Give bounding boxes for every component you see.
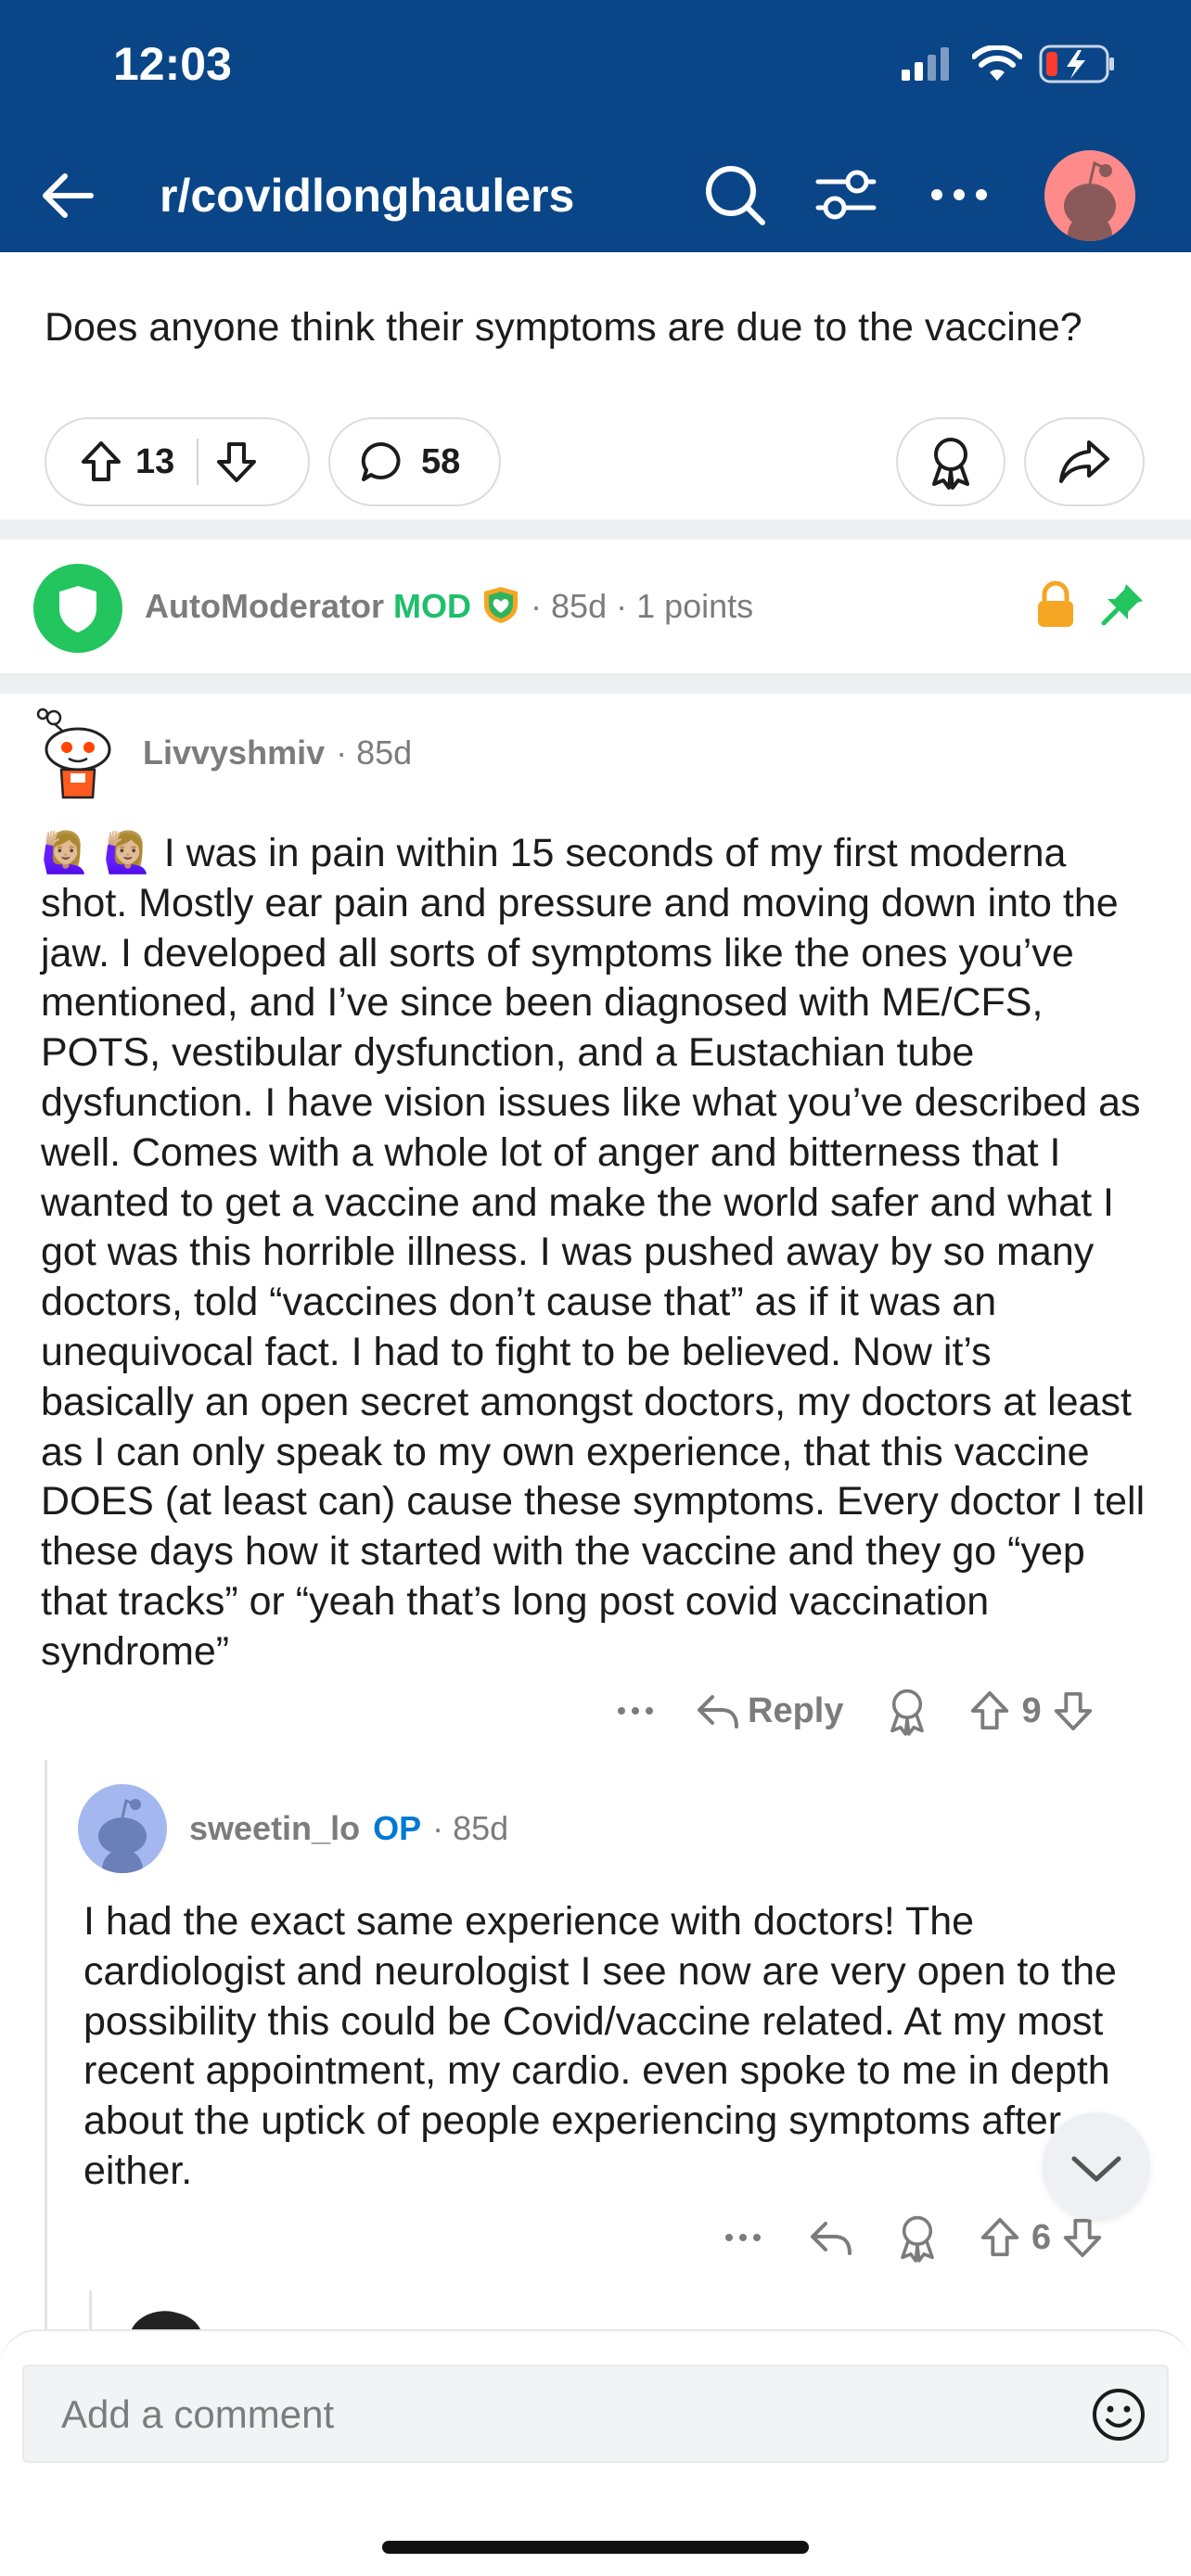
app-header: 12:03 r/covidlonghaulers <box>0 0 1191 252</box>
automod-meta: · 85d · 1 points <box>531 587 754 625</box>
thread-line <box>45 1760 47 2335</box>
mod-tag: MOD <box>393 587 471 625</box>
more-options-icon[interactable] <box>720 2219 766 2256</box>
reply-icon[interactable] <box>807 2216 853 2259</box>
section-divider <box>0 519 1191 540</box>
add-comment-input[interactable]: Add a comment <box>22 2365 1169 2463</box>
snoo-avatar-icon <box>1064 160 1116 241</box>
post-share-button[interactable] <box>1024 417 1145 506</box>
comment-body: 🙋🏼‍♀️ 🙋🏼‍♀️ I was in pain within 15 seco… <box>41 829 1154 1677</box>
comment-author[interactable]: Livvyshmiv <box>143 733 325 772</box>
comment-actions: Reply 9 <box>612 1686 1095 1736</box>
mod-shield-badge-icon <box>484 587 519 623</box>
more-options-icon[interactable] <box>926 161 992 228</box>
upvote-icon[interactable] <box>78 439 124 485</box>
upvote-icon[interactable] <box>967 1689 1012 1733</box>
shield-icon <box>59 586 96 632</box>
scroll-next-comment-button[interactable] <box>1043 2112 1150 2220</box>
emoji-icon[interactable] <box>1091 2387 1146 2442</box>
status-icons <box>900 45 1117 83</box>
comment-header: Livvyshmiv · 85d <box>33 705 412 801</box>
reply-icon[interactable] <box>694 1690 740 1732</box>
user-avatar <box>78 1784 167 1873</box>
filter-icon[interactable] <box>813 161 879 228</box>
comment-meta: · 85d <box>336 733 413 772</box>
snoo-avatar-icon <box>36 708 111 799</box>
downvote-icon[interactable] <box>1051 1689 1095 1733</box>
post-comment-count: 58 <box>421 441 461 481</box>
vote-divider <box>197 439 199 485</box>
award-icon[interactable] <box>894 2213 941 2263</box>
comment-body: I had the exact same experience with doc… <box>83 1899 1117 2193</box>
back-arrow-icon[interactable] <box>35 163 100 228</box>
home-indicator <box>382 2541 809 2554</box>
comment-text: I was in pain within 15 seconds of my fi… <box>41 831 1146 1674</box>
award-icon[interactable] <box>884 1686 930 1736</box>
comment-meta: · 85d <box>432 1809 509 1847</box>
comment-header: sweetin_lo OP · 85d <box>78 1784 508 1873</box>
comment-score: 9 <box>1021 1690 1042 1730</box>
comment-author[interactable]: sweetin_lo <box>189 1809 360 1848</box>
add-comment-placeholder: Add a comment <box>61 2392 335 2436</box>
upvote-icon[interactable] <box>978 2215 1022 2260</box>
status-time: 12:03 <box>113 38 232 90</box>
post-body-text: Does anyone think their symptoms are due… <box>45 305 1082 350</box>
share-arrow-icon <box>1059 440 1109 483</box>
post-award-button[interactable] <box>896 417 1005 506</box>
wifi-icon <box>972 45 1022 81</box>
downvote-icon[interactable] <box>213 439 260 485</box>
automod-author: AutoModerator <box>145 587 384 625</box>
chevron-down-icon <box>1071 2156 1121 2182</box>
comment-score: 6 <box>1031 2217 1052 2257</box>
award-icon <box>932 438 969 490</box>
more-options-icon[interactable] <box>612 1692 659 1729</box>
comment-composer-bar: Add a comment <box>0 2329 1191 2576</box>
post-upvote-count: 13 <box>135 441 175 481</box>
user-avatar[interactable] <box>1044 150 1135 241</box>
post-vote-control: 13 <box>45 417 310 506</box>
automod-comment-collapsed[interactable]: AutoModerator MOD · 85d · 1 points <box>0 540 1191 673</box>
pin-icon <box>1101 584 1143 626</box>
post-comments-button[interactable]: 58 <box>328 417 501 506</box>
reply-button[interactable]: Reply <box>748 1691 843 1731</box>
battery-charging-icon <box>1039 45 1114 83</box>
op-tag: OP <box>373 1809 422 1847</box>
subreddit-title[interactable]: r/covidlonghaulers <box>160 163 574 228</box>
comment-emojis: 🙋🏼‍♀️ 🙋🏼‍♀️ <box>41 830 153 876</box>
automod-avatar <box>33 564 122 653</box>
nav-bar: r/covidlonghaulers <box>0 150 1191 241</box>
comment-bubble-icon <box>361 441 401 481</box>
snoo-avatar-icon <box>98 1798 147 1873</box>
lock-icon <box>1038 580 1073 627</box>
cellular-signal-icon <box>902 47 949 81</box>
comment-actions: 6 <box>720 2213 1105 2263</box>
section-divider <box>0 673 1191 694</box>
downvote-icon[interactable] <box>1060 2215 1105 2260</box>
search-icon[interactable] <box>701 161 768 228</box>
automod-author-row: AutoModerator MOD · 85d · 1 points <box>145 584 753 626</box>
